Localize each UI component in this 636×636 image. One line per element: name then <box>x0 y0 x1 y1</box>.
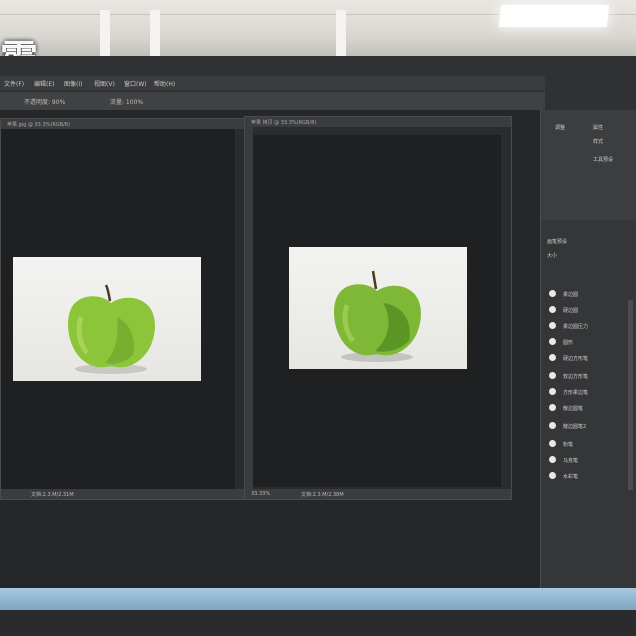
opacity-field[interactable]: 不透明度: 90% <box>24 97 65 106</box>
menu-file[interactable]: 文件(F) <box>4 79 24 88</box>
brush-item[interactable]: 散边圆笔 <box>547 402 631 414</box>
monitor-bezel <box>0 588 636 610</box>
brush-name: 方形柔边笔 <box>563 390 589 396</box>
doc-tab-label: 苹果.jpg @ 33.3%(RGB/8) <box>7 122 70 128</box>
brush-tip-icon <box>549 388 556 395</box>
brush-tip-icon <box>549 290 556 297</box>
document-window-copy[interactable]: 苹果 拷贝 @ 33.3%(RGB/8) 33.33% 文档:2.3.M/2.3… <box>244 116 512 500</box>
brush-tip-icon <box>549 404 556 411</box>
brush-name: 散边圆笔 <box>563 406 584 412</box>
brush-name: 柔边圆 <box>563 292 579 298</box>
menu-edit[interactable]: 编辑(E) <box>34 79 54 88</box>
brush-name: 散边圆笔2 <box>563 424 587 430</box>
brush-tip-icon <box>549 472 556 479</box>
apple-photo-edited <box>289 247 467 369</box>
brush-name: 柔边圆压力 <box>563 324 589 330</box>
ceiling-pillar <box>336 10 346 58</box>
zoom-level[interactable]: 33.33% <box>251 491 270 497</box>
document-window-original[interactable]: 苹果.jpg @ 33.3%(RGB/8) 文档:2.3.M/2.31M <box>0 118 246 500</box>
panel-styles[interactable]: 样式 <box>593 138 603 145</box>
brush-item[interactable]: 硬边方形笔 <box>547 352 631 364</box>
brush-tip-icon <box>549 322 556 329</box>
menu-help[interactable]: 帮助(H) <box>154 79 175 88</box>
brush-name: 圆形 <box>563 340 574 346</box>
workspace: 苹果.jpg @ 33.3%(RGB/8) 文档:2.3.M/2.31M 苹果 … <box>0 110 540 588</box>
brush-item[interactable]: 柔边圆 <box>547 288 631 300</box>
doc-tab-label: 苹果 拷贝 @ 33.3%(RGB/8) <box>251 120 317 126</box>
apple-photo <box>13 257 201 381</box>
brush-item[interactable]: 圆形 <box>547 336 631 348</box>
apple-image-edited <box>334 270 421 362</box>
brush-item[interactable]: 马克笔 <box>547 454 631 466</box>
brush-item[interactable]: 散边圆笔2 <box>547 420 631 432</box>
brush-tip-icon <box>549 306 556 313</box>
doc-tab[interactable]: 苹果 拷贝 @ 33.3%(RGB/8) <box>245 117 511 127</box>
brush-presets-title[interactable]: 画笔预设 <box>547 238 567 245</box>
panel-scrollbar[interactable] <box>628 300 633 490</box>
brush-name: 水彩笔 <box>563 474 579 480</box>
ceiling-pillar <box>150 10 160 58</box>
vertical-ruler[interactable] <box>245 127 253 489</box>
brush-item[interactable]: 柔边圆压力 <box>547 320 631 332</box>
doc-canvas[interactable] <box>1 129 235 489</box>
doc-size-label: 文档:2.3.M/2.38M <box>301 492 344 498</box>
menu-window[interactable]: 窗口(W) <box>124 79 147 88</box>
doc-status-bar: 文档:2.3.M/2.31M <box>1 489 245 499</box>
brush-name: 硬边圆 <box>563 308 579 314</box>
brush-tip-icon <box>549 372 556 379</box>
options-bar: 不透明度: 90% 流量: 100% <box>0 92 545 110</box>
brush-size-label: 大小 <box>547 253 558 259</box>
brush-name: 马克笔 <box>563 458 579 464</box>
office-ceiling <box>0 0 636 60</box>
brush-name: 粉笔 <box>563 442 574 448</box>
doc-tab[interactable]: 苹果.jpg @ 33.3%(RGB/8) <box>1 119 245 129</box>
apple-image <box>68 284 155 374</box>
flow-field[interactable]: 流量: 100% <box>110 97 143 106</box>
brush-tip-icon <box>549 440 556 447</box>
brush-name: 硬边方形笔 <box>563 356 589 362</box>
desk-surface <box>0 610 636 636</box>
ceiling-light <box>498 5 610 27</box>
menu-bar: 文件(F) 编辑(E) 图像(I) 视图(V) 窗口(W) 帮助(H) <box>0 76 545 90</box>
brush-tip-icon <box>549 422 556 429</box>
brush-item[interactable]: 方形柔边笔 <box>547 386 631 398</box>
menu-image[interactable]: 图像(I) <box>64 79 82 88</box>
panel-tool-presets[interactable]: 工具预设 <box>593 156 613 163</box>
brush-name: 软边方形笔 <box>563 374 589 380</box>
ceiling-pillar <box>100 10 110 58</box>
doc-status-bar: 33.33% 文档:2.3.M/2.38M <box>245 489 511 499</box>
panel-adjust[interactable]: 调整 <box>555 124 565 131</box>
brush-tip-icon <box>549 354 556 361</box>
brush-item[interactable]: 软边方形笔 <box>547 370 631 382</box>
adjustments-panel: 调整 属性 样式 工具预设 <box>541 110 636 220</box>
right-panel: 调整 属性 样式 工具预设 画笔预设 大小 柔边圆 硬边圆 柔边圆压力 圆形 硬… <box>540 110 636 588</box>
brush-item[interactable]: 水彩笔 <box>547 470 631 482</box>
doc-canvas[interactable] <box>253 135 501 487</box>
brush-tip-icon <box>549 456 556 463</box>
brush-item[interactable]: 粉笔 <box>547 438 631 450</box>
brush-tip-icon <box>549 338 556 345</box>
panel-properties[interactable]: 属性 <box>593 124 603 131</box>
menu-layer[interactable]: 视图(V) <box>94 79 115 88</box>
doc-size-label: 文档:2.3.M/2.31M <box>31 492 74 498</box>
brush-item[interactable]: 硬边圆 <box>547 304 631 316</box>
